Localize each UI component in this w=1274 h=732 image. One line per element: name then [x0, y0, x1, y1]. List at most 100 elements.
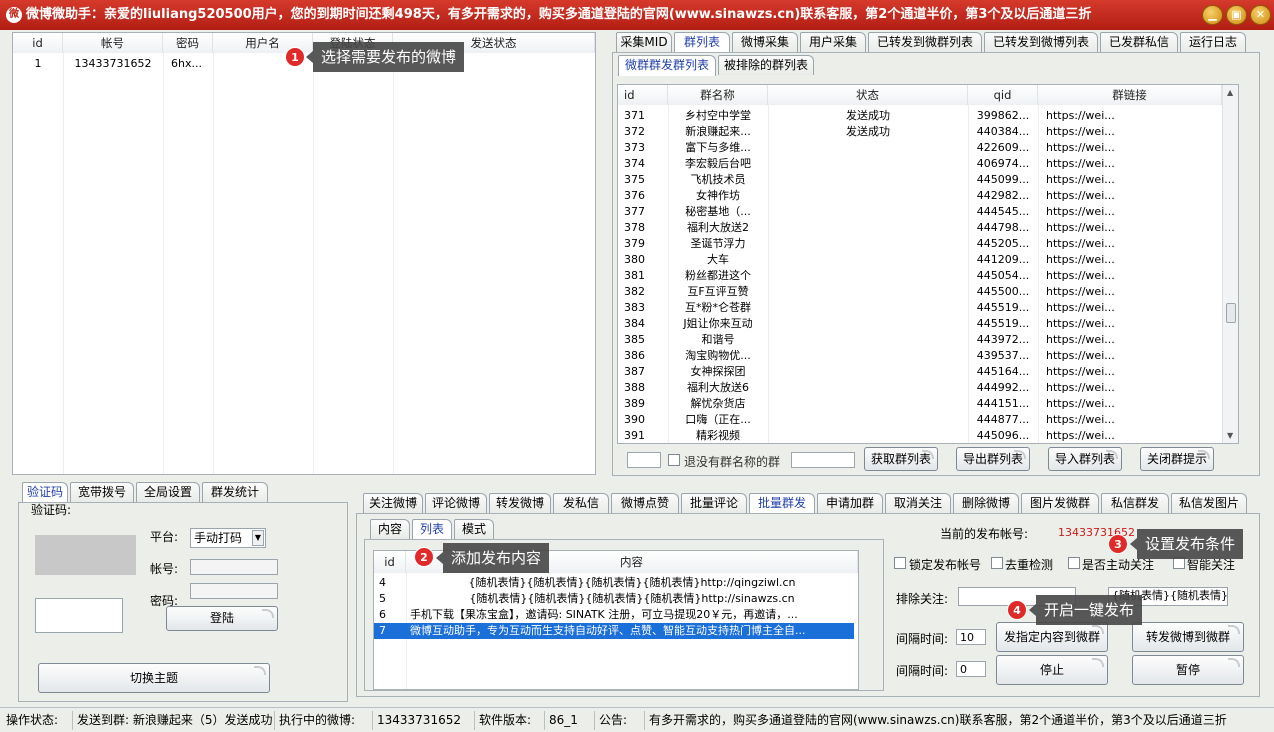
import-group-list-button[interactable]: 导入群列表	[1048, 447, 1122, 471]
tab-unfollow[interactable]: 取消关注	[885, 493, 951, 513]
tab-batch-comment[interactable]: 批量评论	[681, 493, 747, 513]
table-row[interactable]: 390 口嗨（正在... 444877... https://wei...	[618, 412, 1222, 428]
table-row[interactable]: 387 女神探探团 445164... https://wei...	[618, 364, 1222, 380]
close-group-tip-button[interactable]: 关闭群提示	[1140, 447, 1214, 471]
version-value: 86_1	[544, 711, 592, 730]
tab-sent-group-dm[interactable]: 已发群私信	[1100, 32, 1178, 52]
tab-weibo-collect[interactable]: 微博采集	[732, 32, 798, 52]
table-row[interactable]: 388 福利大放送6 444992... https://wei...	[618, 380, 1222, 396]
table-row[interactable]: 380 大车 441209... https://wei...	[618, 252, 1222, 268]
switch-theme-button[interactable]: 切换主题	[38, 663, 270, 693]
forward-to-group-button[interactable]: 转发微博到微群	[1132, 622, 1244, 652]
pause-button[interactable]: 暂停	[1132, 655, 1244, 685]
tab-group-send-list[interactable]: 微群群发群列表	[618, 55, 716, 76]
scroll-down-icon[interactable]: ▼	[1227, 431, 1233, 440]
table-row[interactable]: 377 秘密基地（... 444545... https://wei...	[618, 204, 1222, 220]
scroll-thumb[interactable]	[1226, 303, 1236, 323]
col-group-name[interactable]: 群名称	[668, 85, 768, 105]
col-password[interactable]: 密码	[163, 33, 213, 53]
col-group-link[interactable]: 群链接	[1038, 85, 1222, 105]
exit-no-name-checkbox[interactable]	[668, 454, 680, 466]
maximize-icon[interactable]: ▣	[1226, 5, 1247, 25]
table-row[interactable]: 371 乡村空中学堂 发送成功 399862... https://wei...	[618, 108, 1222, 124]
scroll-up-icon[interactable]: ▲	[1227, 88, 1233, 97]
group-count-input[interactable]	[627, 452, 661, 468]
table-row[interactable]: 379 圣诞节浮力 445205... https://wei...	[618, 236, 1222, 252]
table-row[interactable]: 378 福利大放送2 444798... https://wei...	[618, 220, 1222, 236]
table-row[interactable]: 375 飞机技术员 445099... https://wei...	[618, 172, 1222, 188]
table-row[interactable]: 383 互*粉*仑苍群 445519... https://wei...	[618, 300, 1222, 316]
tab-apply-join-group[interactable]: 申请加群	[817, 493, 883, 513]
captcha-account-input[interactable]	[190, 559, 278, 575]
tab-weibo-like[interactable]: 微博点赞	[611, 493, 679, 513]
account-table[interactable]: id 帐号 密码 用户名 登陆状态 发送状态 1 13433731652 6hx…	[12, 32, 596, 475]
group-table[interactable]: id 群名称 状态 qid 群链接 371 乡村空中学堂 发送成功 399862...…	[617, 84, 1239, 444]
tab-send-stats[interactable]: 群发统计	[202, 482, 268, 502]
table-row[interactable]: 389 解忧杂货店 444151... https://wei...	[618, 396, 1222, 412]
tab-excluded-groups[interactable]: 被排除的群列表	[718, 55, 814, 75]
get-group-list-button[interactable]: 获取群列表	[864, 447, 938, 471]
tab-delete-weibo[interactable]: 删除微博	[953, 493, 1019, 513]
col-group-status[interactable]: 状态	[768, 85, 968, 105]
platform-select[interactable]: 手动打码 ▼	[190, 528, 266, 548]
notice-label: 公告:	[594, 711, 642, 730]
callout-3: 设置发布条件	[1129, 529, 1244, 559]
tab-collect-mid[interactable]: 采集MID	[616, 32, 672, 52]
auto-follow-checkbox[interactable]	[1068, 557, 1080, 569]
table-row[interactable]: 391 精彩视频 445096... https://wei...	[618, 428, 1222, 443]
tab-send-dm[interactable]: 发私信	[553, 493, 609, 513]
table-row[interactable]: 372 新浪赚起来... 发送成功 440384... https://wei...	[618, 124, 1222, 140]
table-row[interactable]: 5 {随机表情}{随机表情}{随机表情}{随机表情}http://sinawzs.…	[374, 591, 854, 607]
interval1-input[interactable]: 10	[956, 629, 986, 645]
tab-forwarded-groups[interactable]: 已转发到微群列表	[868, 32, 982, 52]
tab-mode[interactable]: 模式	[454, 519, 494, 539]
minimize-icon[interactable]: ▁	[1202, 5, 1223, 25]
tab-content[interactable]: 内容	[370, 519, 410, 539]
send-to-group-button[interactable]: 发指定内容到微群	[996, 622, 1108, 652]
tab-forwarded-weibo[interactable]: 已转发到微博列表	[984, 32, 1098, 52]
tab-global-settings[interactable]: 全局设置	[136, 482, 200, 502]
table-row[interactable]: 7 微博互动助手，专为互动而生支持自动好评、点赞、智能互动支持热门博主全自...	[374, 623, 854, 639]
tab-run-log[interactable]: 运行日志	[1180, 32, 1246, 52]
table-row[interactable]: 373 富下与多维... 422609... https://wei...	[618, 140, 1222, 156]
col-content-id[interactable]: id	[374, 551, 406, 573]
col-account[interactable]: 帐号	[63, 33, 163, 53]
col-id[interactable]: id	[13, 33, 63, 53]
tab-comment-weibo[interactable]: 评论微博	[425, 493, 487, 513]
tab-dm-group-send[interactable]: 私信群发	[1101, 493, 1169, 513]
table-row[interactable]: 384 J姐让你来互动 445519... https://wei...	[618, 316, 1222, 332]
captcha-image	[35, 535, 136, 575]
export-group-list-button[interactable]: 导出群列表	[956, 447, 1030, 471]
dedupe-checkbox[interactable]	[991, 557, 1003, 569]
group-filter-input[interactable]	[791, 452, 855, 468]
tab-group-list[interactable]: 群列表	[674, 32, 730, 53]
table-row[interactable]: 376 女神作坊 442982... https://wei...	[618, 188, 1222, 204]
table-row[interactable]: 381 粉丝都进这个 445054... https://wei...	[618, 268, 1222, 284]
col-group-id[interactable]: id	[618, 85, 668, 105]
close-icon[interactable]: ✕	[1250, 5, 1271, 25]
tab-follow-weibo[interactable]: 关注微博	[363, 493, 423, 513]
stop-button[interactable]: 停止	[996, 655, 1108, 685]
chevron-down-icon[interactable]: ▼	[252, 530, 264, 546]
tab-captcha[interactable]: 验证码	[22, 482, 68, 503]
group-scrollbar[interactable]: ▲ ▼	[1222, 85, 1238, 443]
table-row[interactable]: 374 李宏毅后台吧 406974... https://wei...	[618, 156, 1222, 172]
interval2-input[interactable]: 0	[956, 661, 986, 677]
lock-account-checkbox[interactable]	[894, 557, 906, 569]
tab-batch-group-send[interactable]: 批量群发	[749, 493, 815, 514]
table-row[interactable]: 6 手机下载【果冻宝盒】，邀请码: SINATK 注册，可立马提现20￥元，再邀请…	[374, 607, 854, 623]
table-row[interactable]: 4 {随机表情}{随机表情}{随机表情}{随机表情}http://qingziwl…	[374, 575, 854, 591]
tab-forward-weibo[interactable]: 转发微博	[489, 493, 551, 513]
table-row[interactable]: 386 淘宝购物优... 439537... https://wei...	[618, 348, 1222, 364]
col-group-qid[interactable]: qid	[968, 85, 1038, 105]
tab-dm-image[interactable]: 私信发图片	[1171, 493, 1247, 513]
table-row[interactable]: 382 互F互评互赞 445500... https://wei...	[618, 284, 1222, 300]
tab-user-collect[interactable]: 用户采集	[800, 32, 866, 52]
table-row[interactable]: 385 和谐号 443972... https://wei...	[618, 332, 1222, 348]
tab-list[interactable]: 列表	[412, 519, 452, 540]
login-button[interactable]: 登陆	[166, 606, 278, 631]
tab-image-to-group[interactable]: 图片发微群	[1021, 493, 1099, 513]
tab-broadband[interactable]: 宽带拨号	[70, 482, 134, 502]
captcha-password-input[interactable]	[190, 583, 278, 599]
captcha-input[interactable]	[35, 598, 123, 633]
